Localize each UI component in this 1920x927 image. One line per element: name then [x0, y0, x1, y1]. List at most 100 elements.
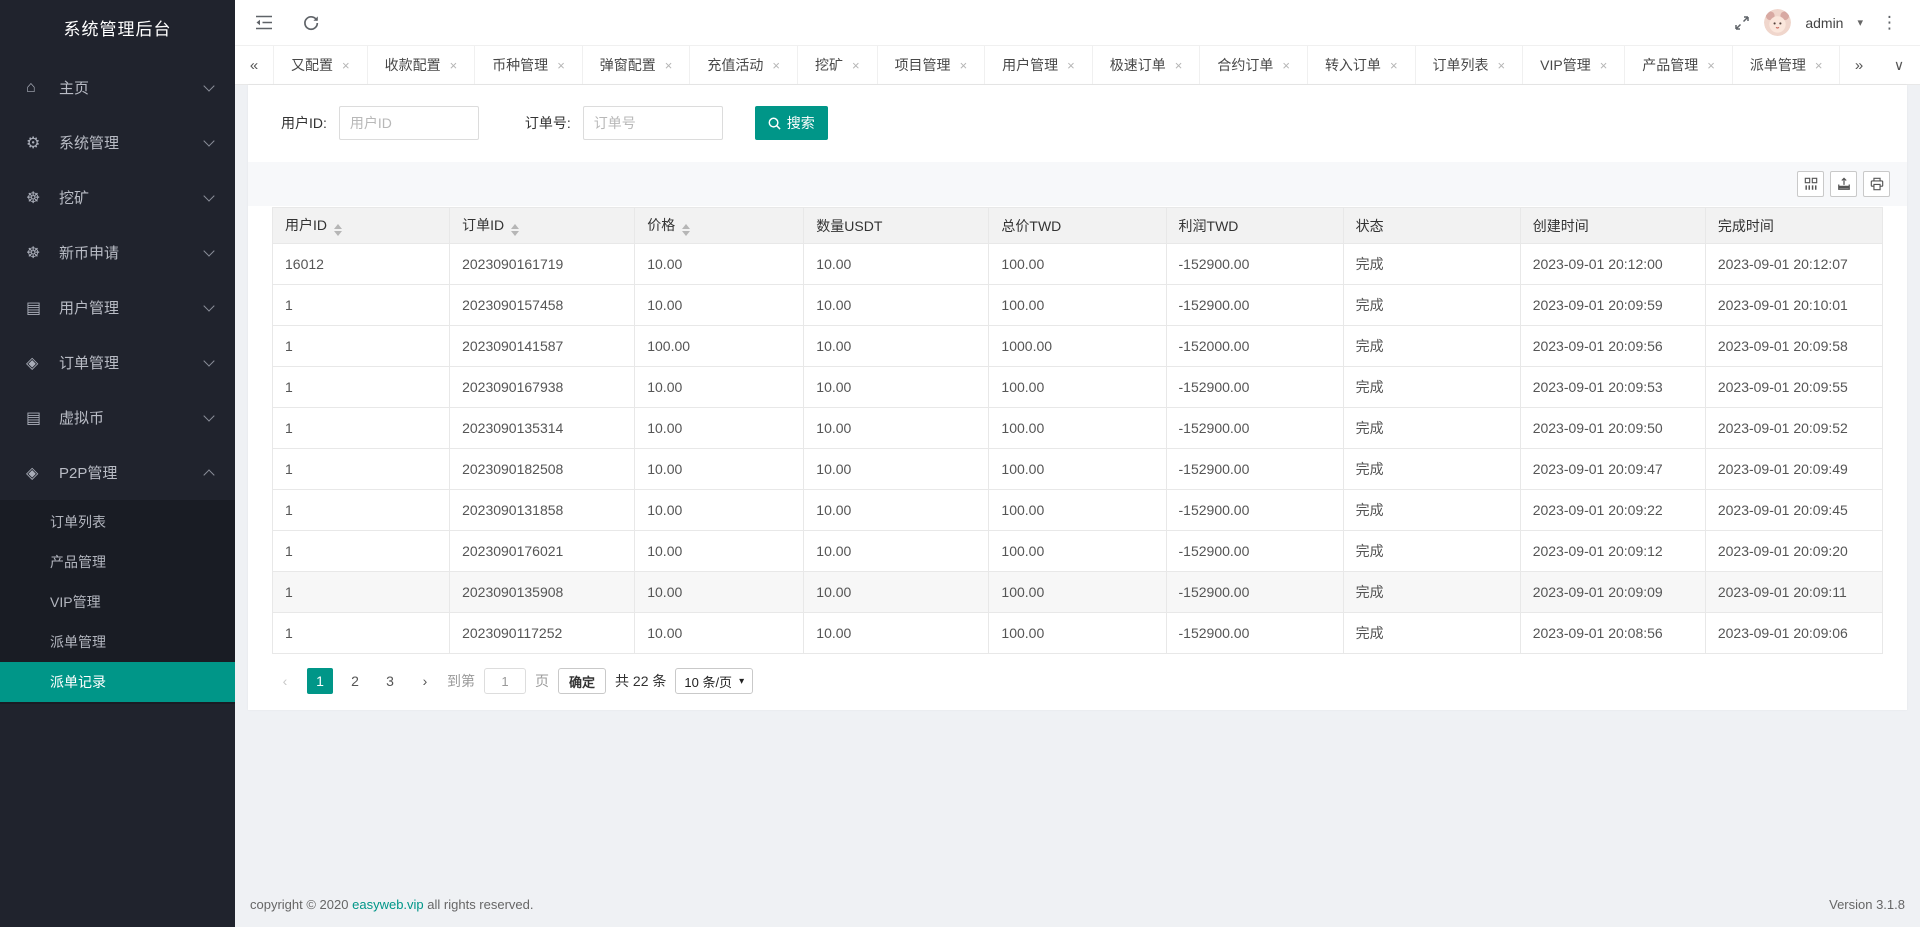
copyright-link[interactable]: easyweb.vip: [352, 897, 424, 912]
table-row[interactable]: 1202309017602110.0010.00100.00-152900.00…: [273, 531, 1883, 572]
tab-1[interactable]: 收款配置×: [368, 46, 476, 84]
column-header[interactable]: 用户ID: [273, 208, 450, 244]
tab-close-icon[interactable]: ×: [1815, 58, 1823, 73]
sidebar-subitem[interactable]: 订单列表: [0, 502, 235, 542]
tab-close-icon[interactable]: ×: [450, 58, 458, 73]
tab-14[interactable]: 派单管理×: [1733, 46, 1840, 84]
table-row[interactable]: 1202309013590810.0010.00100.00-152900.00…: [273, 572, 1883, 613]
table-row[interactable]: 1202309018250810.0010.00100.00-152900.00…: [273, 449, 1883, 490]
coin-icon: ▤: [26, 408, 50, 428]
fullscreen-icon[interactable]: [1734, 15, 1750, 31]
column-header[interactable]: 订单ID: [450, 208, 635, 244]
tab-4[interactable]: 充值活动×: [690, 46, 798, 84]
table-cell: 1: [273, 367, 450, 408]
table-row[interactable]: 1202309015745810.0010.00100.00-152900.00…: [273, 285, 1883, 326]
page-prev-button[interactable]: ‹: [272, 668, 298, 694]
table-cell: 1: [273, 531, 450, 572]
sort-icon[interactable]: [334, 224, 342, 236]
goto-page-input[interactable]: [484, 668, 526, 694]
table-cell: 2023-09-01 20:09:11: [1705, 572, 1882, 613]
page-size-select[interactable]: 10 条/页 ▾: [675, 668, 753, 694]
page-number-button[interactable]: 2: [342, 668, 368, 694]
sidebar-subitem[interactable]: 派单记录: [0, 662, 235, 702]
tab-8[interactable]: 极速订单×: [1093, 46, 1201, 84]
tab-9[interactable]: 合约订单×: [1200, 46, 1308, 84]
sidebar-item-label: 新币申请: [59, 242, 205, 263]
more-menu-icon[interactable]: ⋮: [1877, 13, 1902, 33]
tab-close-icon[interactable]: ×: [342, 58, 350, 73]
print-button[interactable]: [1863, 171, 1890, 197]
table-cell: -152900.00: [1166, 285, 1343, 326]
table-cell: 2023090117252: [450, 613, 635, 654]
tab-3[interactable]: 弹窗配置×: [583, 46, 691, 84]
chevron-down-icon: [203, 410, 214, 421]
table-row[interactable]: 1202309016793810.0010.00100.00-152900.00…: [273, 367, 1883, 408]
user-id-input[interactable]: [339, 106, 479, 140]
tab-close-icon[interactable]: ×: [1175, 58, 1183, 73]
sidebar-item-4[interactable]: ▤用户管理: [0, 280, 235, 335]
sidebar-subitem[interactable]: 派单管理: [0, 622, 235, 662]
tab-close-icon[interactable]: ×: [1390, 58, 1398, 73]
sidebar-subitem[interactable]: VIP管理: [0, 582, 235, 622]
avatar[interactable]: [1764, 9, 1791, 36]
table-row[interactable]: 1202309013531410.0010.00100.00-152900.00…: [273, 408, 1883, 449]
tab-0[interactable]: 又配置 ×: [273, 46, 368, 84]
tab-close-icon[interactable]: ×: [665, 58, 673, 73]
sidebar-item-2[interactable]: ☸挖矿: [0, 170, 235, 225]
tabs-dropdown-icon[interactable]: ∨: [1878, 46, 1920, 84]
table-row[interactable]: 1202309013185810.0010.00100.00-152900.00…: [273, 490, 1883, 531]
table-row[interactable]: 16012202309016171910.0010.00100.00-15290…: [273, 244, 1883, 285]
sidebar-item-7[interactable]: ◈P2P管理: [0, 445, 235, 500]
goto-confirm-button[interactable]: 确定: [558, 668, 606, 694]
tab-close-icon[interactable]: ×: [557, 58, 565, 73]
page-number-button[interactable]: 1: [307, 668, 333, 694]
tab-13[interactable]: 产品管理×: [1625, 46, 1733, 84]
tab-close-icon[interactable]: ×: [1067, 58, 1075, 73]
sidebar-item-6[interactable]: ▤虚拟币: [0, 390, 235, 445]
tab-11[interactable]: 订单列表×: [1416, 46, 1524, 84]
tab-5[interactable]: 挖矿×: [798, 46, 878, 84]
tab-label: 又配置: [291, 55, 333, 75]
tab-close-icon[interactable]: ×: [1600, 58, 1608, 73]
export-button[interactable]: [1830, 171, 1857, 197]
table-row[interactable]: 1202309011725210.0010.00100.00-152900.00…: [273, 613, 1883, 654]
collapse-sidebar-icon[interactable]: [255, 15, 273, 30]
sidebar-item-1[interactable]: ⚙系统管理: [0, 115, 235, 170]
app-root: 系统管理后台 ⌂主页⚙系统管理☸挖矿☸新币申请▤用户管理◈订单管理▤虚拟币◈P2…: [0, 0, 1920, 927]
page-unit-label: 页: [535, 671, 549, 691]
chevron-down-icon[interactable]: ▾: [1857, 16, 1863, 29]
columns-toggle-button[interactable]: [1797, 171, 1824, 197]
tab-7[interactable]: 用户管理×: [985, 46, 1093, 84]
tab-close-icon[interactable]: ×: [1498, 58, 1506, 73]
table-cell: 10.00: [804, 408, 989, 449]
tab-close-icon[interactable]: ×: [852, 58, 860, 73]
table-cell: 10.00: [635, 449, 804, 490]
table-cell: 10.00: [635, 367, 804, 408]
tab-close-icon[interactable]: ×: [1707, 58, 1715, 73]
table-row[interactable]: 12023090141587100.0010.001000.00-152000.…: [273, 326, 1883, 367]
tab-2[interactable]: 币种管理×: [475, 46, 583, 84]
tab-12[interactable]: VIP管理×: [1523, 46, 1625, 84]
version: Version 3.1.8: [1829, 897, 1905, 912]
sort-icon[interactable]: [511, 224, 519, 236]
sidebar-item-3[interactable]: ☸ 新币申请: [0, 225, 235, 280]
sidebar-item-0[interactable]: ⌂主页: [0, 60, 235, 115]
new-coin-icon: ☸: [26, 243, 50, 263]
refresh-icon[interactable]: [303, 15, 319, 31]
tab-10[interactable]: 转入订单×: [1308, 46, 1416, 84]
user-menu[interactable]: admin: [1805, 15, 1843, 31]
tabs-scroll-right[interactable]: »: [1840, 46, 1878, 84]
search-button[interactable]: 搜索: [755, 106, 828, 140]
tab-6[interactable]: 项目管理×: [878, 46, 986, 84]
tabs-scroll-left[interactable]: «: [235, 46, 273, 84]
page-next-button[interactable]: ›: [412, 668, 438, 694]
tab-close-icon[interactable]: ×: [1282, 58, 1290, 73]
column-header[interactable]: 价格: [635, 208, 804, 244]
tab-close-icon[interactable]: ×: [772, 58, 780, 73]
tab-close-icon[interactable]: ×: [960, 58, 968, 73]
sort-icon[interactable]: [682, 224, 690, 236]
sidebar-item-5[interactable]: ◈订单管理: [0, 335, 235, 390]
page-number-button[interactable]: 3: [377, 668, 403, 694]
order-no-input[interactable]: [583, 106, 723, 140]
sidebar-subitem[interactable]: 产品管理: [0, 542, 235, 582]
